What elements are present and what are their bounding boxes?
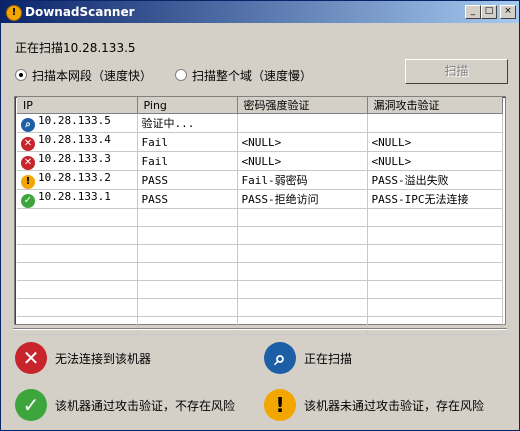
minimize-button[interactable]: _ <box>465 5 481 19</box>
column-header-ip[interactable]: IP <box>17 97 138 114</box>
empty-table-row <box>17 298 503 317</box>
column-header-vuln-check[interactable]: 漏洞攻击验证 <box>367 97 503 114</box>
table-row[interactable]: ✓ 10.28.133.1 PASS PASS-拒绝访问 PASS-IPC无法连接 <box>17 189 503 209</box>
cell-ip: ! 10.28.133.2 <box>17 170 138 190</box>
results-list[interactable]: IP Ping 密码强度验证 漏洞攻击验证 ⌕ 10.28.133.5 验证中...… <box>14 96 506 335</box>
green-check-icon: ✓ <box>21 194 35 208</box>
results-table: IP Ping 密码强度验证 漏洞攻击验证 ⌕ 10.28.133.5 验证中...… <box>17 97 503 335</box>
cell-ping: PASS <box>137 189 238 209</box>
cell-ip: ✕ 10.28.133.4 <box>17 132 138 152</box>
warning-icon: ! <box>21 175 35 189</box>
cell-ping: Fail <box>137 132 238 152</box>
divider <box>13 328 507 330</box>
column-header-password-check[interactable]: 密码强度验证 <box>237 97 368 114</box>
table-row[interactable]: ⌕ 10.28.133.5 验证中... <box>17 113 503 133</box>
cell-ping: PASS <box>137 170 238 190</box>
green-check-icon: ✓ <box>15 389 47 421</box>
radio-scan-local-segment[interactable]: 扫描本网段（速度快） <box>15 67 152 84</box>
empty-table-row <box>17 280 503 299</box>
empty-table-row <box>17 262 503 281</box>
close-button[interactable]: × <box>500 5 516 19</box>
cell-ping: 验证中... <box>137 113 238 133</box>
cell-vuln-check: <NULL> <box>367 151 503 171</box>
title-bar[interactable]: ! DownadScanner _ □ × <box>1 1 519 23</box>
main-window: ! DownadScanner _ □ × 正在扫描10.28.133.5 扫描… <box>0 0 520 431</box>
radio-label: 扫描本网段（速度快） <box>32 69 153 83</box>
legend-label: 正在扫描 <box>304 351 353 366</box>
cell-vuln-check: <NULL> <box>367 132 503 152</box>
empty-table-row <box>17 316 503 335</box>
cell-ping: Fail <box>137 151 238 171</box>
cell-vuln-check: PASS-IPC无法连接 <box>367 189 503 209</box>
table-row[interactable]: ! 10.28.133.2 PASS Fail-弱密码 PASS-溢出失败 <box>17 170 503 190</box>
cell-vuln-check: PASS-溢出失败 <box>367 170 503 190</box>
legend-label: 该机器未通过攻击验证，存在风险 <box>304 398 485 413</box>
empty-table-row <box>17 244 503 263</box>
legend-passed: ✓ 该机器通过攻击验证，不存在风险 <box>15 389 235 421</box>
cell-password-check: Fail-弱密码 <box>237 170 368 190</box>
legend-label: 无法连接到该机器 <box>55 351 152 366</box>
table-row[interactable]: ✕ 10.28.133.4 Fail <NULL> <NULL> <box>17 132 503 152</box>
empty-table-row <box>17 208 503 227</box>
legend-label: 该机器通过攻击验证，不存在风险 <box>55 398 236 413</box>
table-row[interactable]: ✕ 10.28.133.3 Fail <NULL> <NULL> <box>17 151 503 171</box>
cell-password-check: PASS-拒绝访问 <box>237 189 368 209</box>
table-body: ⌕ 10.28.133.5 验证中... ✕ 10.28.133.4 Fail <NULL>… <box>17 113 503 335</box>
red-x-icon: ✕ <box>21 156 35 170</box>
radio-selected-dot[interactable] <box>15 69 27 81</box>
magnifier-icon: ⌕ <box>21 118 35 132</box>
radio-dot[interactable] <box>175 69 187 81</box>
magnifier-icon: ⌕ <box>264 342 296 374</box>
red-x-icon: ✕ <box>15 342 47 374</box>
app-warning-icon: ! <box>6 5 22 21</box>
maximize-button[interactable]: □ <box>481 5 497 19</box>
warning-icon: ! <box>264 389 296 421</box>
cell-ip: ✕ 10.28.133.3 <box>17 151 138 171</box>
radio-label: 扫描整个域（速度慢） <box>192 69 313 83</box>
cell-ip: ⌕ 10.28.133.5 <box>17 113 138 133</box>
cell-ip: ✓ 10.28.133.1 <box>17 189 138 209</box>
legend-not-passed: ! 该机器未通过攻击验证，存在风险 <box>264 389 484 421</box>
scan-status-text: 正在扫描10.28.133.5 <box>15 41 136 55</box>
empty-table-row <box>17 226 503 245</box>
legend-cannot-connect: ✕ 无法连接到该机器 <box>15 342 151 374</box>
cell-password-check: <NULL> <box>237 151 368 171</box>
window-title: DownadScanner <box>25 5 135 19</box>
red-x-icon: ✕ <box>21 137 35 151</box>
cell-password-check: <NULL> <box>237 132 368 152</box>
radio-scan-whole-domain[interactable]: 扫描整个域（速度慢） <box>175 67 312 84</box>
table-header-row: IP Ping 密码强度验证 漏洞攻击验证 <box>17 97 503 114</box>
scan-button[interactable]: 扫描 <box>405 59 508 84</box>
cell-password-check <box>237 113 368 133</box>
column-header-ping[interactable]: Ping <box>137 97 238 114</box>
legend-scanning: ⌕ 正在扫描 <box>264 342 352 374</box>
cell-vuln-check <box>367 113 503 133</box>
